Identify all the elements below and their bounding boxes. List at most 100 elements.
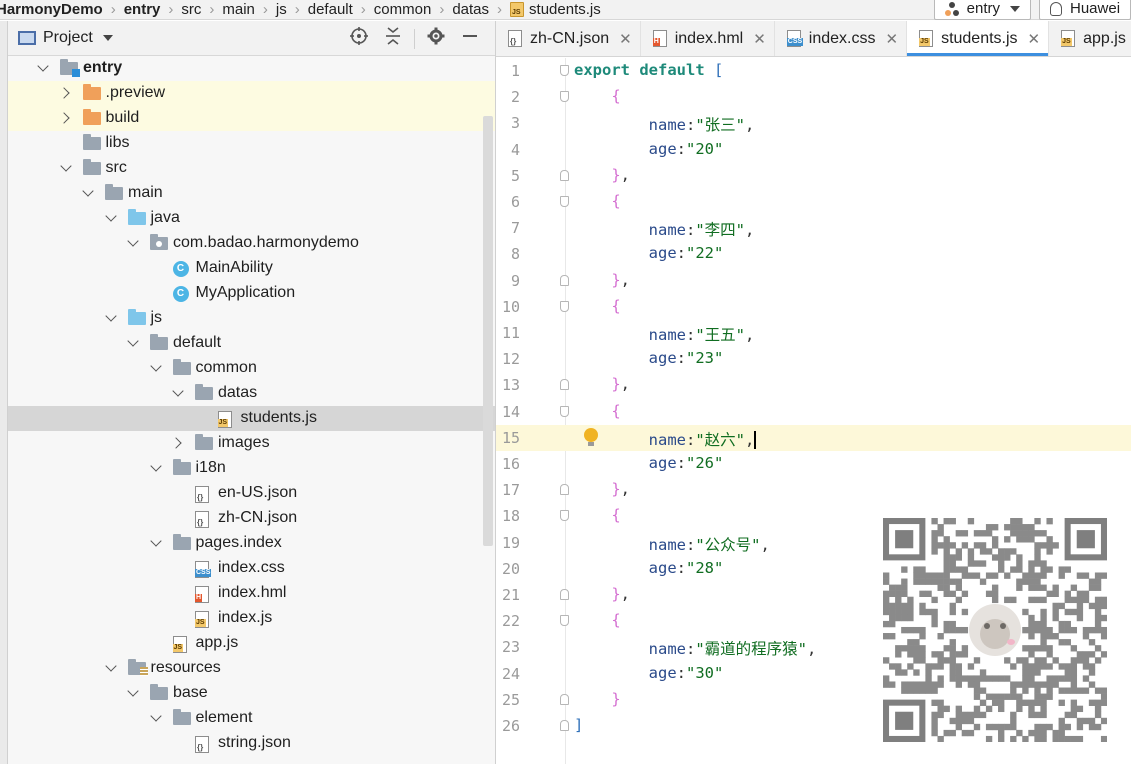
tree-item[interactable]: src <box>8 156 495 181</box>
chevron-down-icon[interactable] <box>83 188 93 198</box>
fold-marker-icon[interactable] <box>560 589 569 600</box>
fold-marker-icon[interactable] <box>560 484 569 496</box>
close-icon[interactable]: ✕ <box>885 30 898 48</box>
hide-icon[interactable] <box>453 27 487 50</box>
tree-item[interactable]: common <box>8 356 495 381</box>
editor-tab[interactable]: JS app.js <box>1049 21 1131 56</box>
chevron-down-icon[interactable] <box>128 338 138 348</box>
fold-marker-icon[interactable] <box>560 510 569 522</box>
tree-item[interactable]: libs <box>8 131 495 156</box>
code-line: 15 name:"赵六", <box>496 424 1131 451</box>
tree-item[interactable]: base <box>8 681 495 706</box>
tree-item[interactable]: CSS index.css <box>8 556 495 581</box>
breadcrumb-item[interactable]: entry <box>124 0 161 19</box>
chevron-down-icon[interactable] <box>151 538 161 548</box>
chevron-down-icon[interactable] <box>106 213 116 223</box>
collapse-all-icon[interactable] <box>376 27 410 50</box>
tree-item[interactable]: datas <box>8 381 495 406</box>
code-token: : <box>676 663 686 682</box>
chevron-down-icon[interactable] <box>151 363 161 373</box>
fold-marker-icon[interactable] <box>560 720 569 731</box>
fold-marker-icon[interactable] <box>560 615 569 627</box>
editor-tab[interactable]: CSS index.css ✕ <box>775 21 908 56</box>
tree-item[interactable]: en-US.json <box>8 481 495 506</box>
chevron-down-icon[interactable] <box>128 688 138 698</box>
tree-item[interactable]: default <box>8 331 495 356</box>
breadcrumb-item[interactable]: HarmonyDemo <box>0 0 103 19</box>
tree-item[interactable]: pages.index <box>8 531 495 556</box>
chevron-down-icon[interactable] <box>151 713 161 723</box>
tree-item[interactable]: zh-CN.json <box>8 506 495 531</box>
line-number: 20 <box>501 559 520 578</box>
tree-item[interactable]: string.json <box>8 731 495 756</box>
chevron-down-icon[interactable] <box>151 463 161 473</box>
project-panel-title[interactable]: Project <box>43 29 93 47</box>
tree-item[interactable]: C MainAbility <box>8 256 495 281</box>
chevron-right-icon[interactable] <box>61 113 71 123</box>
breadcrumb-item[interactable]: common <box>374 0 432 19</box>
tree-scrollbar[interactable] <box>483 116 493 546</box>
code-text: } <box>574 690 620 708</box>
tree-item[interactable]: resources <box>8 656 495 681</box>
tool-window-stripe[interactable] <box>0 21 8 764</box>
code-text: name:"霸道的程序猿", <box>574 637 817 659</box>
code-token: name <box>648 430 686 449</box>
code-token: age <box>648 558 677 577</box>
chevron-right-icon[interactable] <box>173 438 183 448</box>
editor-tab[interactable]: JS students.js ✕ <box>907 21 1050 56</box>
fold-marker-icon[interactable] <box>560 379 569 391</box>
tree-item[interactable]: entry <box>8 56 495 81</box>
tree-item[interactable]: JS index.js <box>8 606 495 631</box>
chevron-down-icon[interactable] <box>102 35 113 41</box>
fold-marker-icon[interactable] <box>560 65 569 76</box>
tree-item[interactable]: JS app.js <box>8 631 495 656</box>
folder-icon <box>195 384 213 400</box>
breadcrumb-item[interactable]: src <box>181 0 201 19</box>
chevron-down-icon[interactable] <box>128 238 138 248</box>
run-configuration-select[interactable]: entry <box>933 0 1031 20</box>
chevron-down-icon[interactable] <box>173 388 183 398</box>
breadcrumb-item[interactable]: default <box>308 0 353 19</box>
tree-item[interactable]: main <box>8 181 495 206</box>
tree-item[interactable]: element <box>8 706 495 731</box>
fold-marker-icon[interactable] <box>560 300 569 312</box>
tree-item[interactable]: com.badao.harmonydemo <box>8 231 495 256</box>
tree-item[interactable]: build <box>8 106 495 131</box>
code-token: [ <box>713 61 724 79</box>
fold-marker-icon[interactable] <box>560 405 569 417</box>
chevron-down-icon[interactable] <box>61 163 71 173</box>
code-text: }, <box>574 271 630 289</box>
chevron-down-icon[interactable] <box>38 63 48 73</box>
device-select[interactable]: Huawei <box>1039 0 1131 20</box>
fold-marker-icon[interactable] <box>560 91 569 103</box>
tree-item[interactable]: Hindex.hml <box>8 581 495 606</box>
chevron-down-icon[interactable] <box>106 313 116 323</box>
code-token: : <box>685 430 696 449</box>
tree-item[interactable]: .preview <box>8 81 495 106</box>
close-icon[interactable]: ✕ <box>1028 30 1041 48</box>
tree-item[interactable]: i18n <box>8 456 495 481</box>
close-icon[interactable]: ✕ <box>753 30 766 48</box>
tree-item[interactable]: java <box>8 206 495 231</box>
fold-marker-icon[interactable] <box>560 196 569 207</box>
breadcrumb-item[interactable]: JS students.js <box>510 0 601 19</box>
tree-item[interactable]: JS students.js <box>8 406 495 431</box>
settings-icon[interactable] <box>419 27 453 50</box>
breadcrumb-item[interactable]: datas <box>452 0 489 19</box>
tree-item[interactable]: C MyApplication <box>8 281 495 306</box>
fold-marker-icon[interactable] <box>560 169 569 181</box>
breadcrumb-item[interactable]: js <box>276 0 287 19</box>
fold-marker-icon[interactable] <box>560 274 569 286</box>
tree-item[interactable]: js <box>8 306 495 331</box>
chevron-right-icon[interactable] <box>61 88 71 98</box>
editor-tab[interactable]: Hindex.hml ✕ <box>641 21 775 56</box>
tree-item[interactable]: images <box>8 431 495 456</box>
chevron-down-icon[interactable] <box>106 663 116 673</box>
close-icon[interactable]: ✕ <box>619 30 632 48</box>
locate-icon[interactable] <box>342 27 376 50</box>
editor-tab[interactable]: zh-CN.json ✕ <box>496 21 641 56</box>
fold-marker-icon[interactable] <box>560 693 569 705</box>
breadcrumb-item[interactable]: main <box>222 0 255 19</box>
code-token: age <box>648 454 677 472</box>
